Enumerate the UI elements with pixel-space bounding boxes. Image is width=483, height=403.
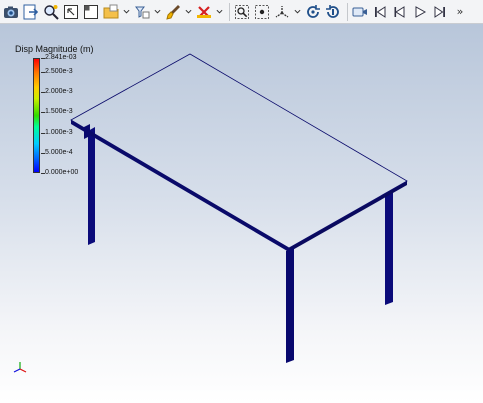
zoom-to-box-icon[interactable] [253, 3, 271, 21]
camera-icon[interactable] [2, 3, 20, 21]
toolbar-separator [229, 2, 230, 21]
table-leg-back-left [88, 127, 95, 245]
query-magnifier-icon[interactable] [42, 3, 60, 21]
reset-camera-icon[interactable] [304, 3, 322, 21]
select-window-icon[interactable] [62, 3, 80, 21]
last-frame-icon[interactable] [431, 3, 449, 21]
chevron-down-icon[interactable] [293, 3, 301, 21]
displacement-contour [190, 54, 407, 182]
table-leg-back-right [385, 190, 393, 305]
play-icon[interactable] [411, 3, 429, 21]
zoom-fit-icon[interactable] [233, 3, 251, 21]
chevron-down-icon[interactable] [153, 3, 161, 21]
open-folder-icon[interactable] [102, 3, 120, 21]
previous-frame-icon[interactable] [391, 3, 409, 21]
first-frame-icon[interactable] [371, 3, 389, 21]
export-screenshot-icon[interactable] [22, 3, 40, 21]
table-model[interactable] [0, 24, 483, 403]
toolbar: » [0, 0, 483, 24]
render-view[interactable]: Disp Magnitude (m) 2.841e-03 2.500e-3 2.00… [0, 24, 483, 403]
chevron-down-icon[interactable] [184, 3, 192, 21]
record-video-icon[interactable] [351, 3, 369, 21]
chevron-down-icon[interactable] [122, 3, 130, 21]
axis-orient-icon[interactable] [273, 3, 291, 21]
paint-brush-icon[interactable] [164, 3, 182, 21]
rotate-view-icon[interactable] [324, 3, 342, 21]
more-icon[interactable]: » [453, 3, 467, 21]
clip-box-icon[interactable] [82, 3, 100, 21]
chevron-down-icon[interactable] [215, 3, 223, 21]
table-leg-front-right [286, 247, 294, 363]
layer-filter-icon[interactable] [133, 3, 151, 21]
orientation-axes-icon [13, 362, 27, 373]
table-top-edge-front [71, 120, 289, 252]
toolbar-separator [347, 2, 348, 21]
clear-eraser-icon[interactable] [195, 3, 213, 21]
